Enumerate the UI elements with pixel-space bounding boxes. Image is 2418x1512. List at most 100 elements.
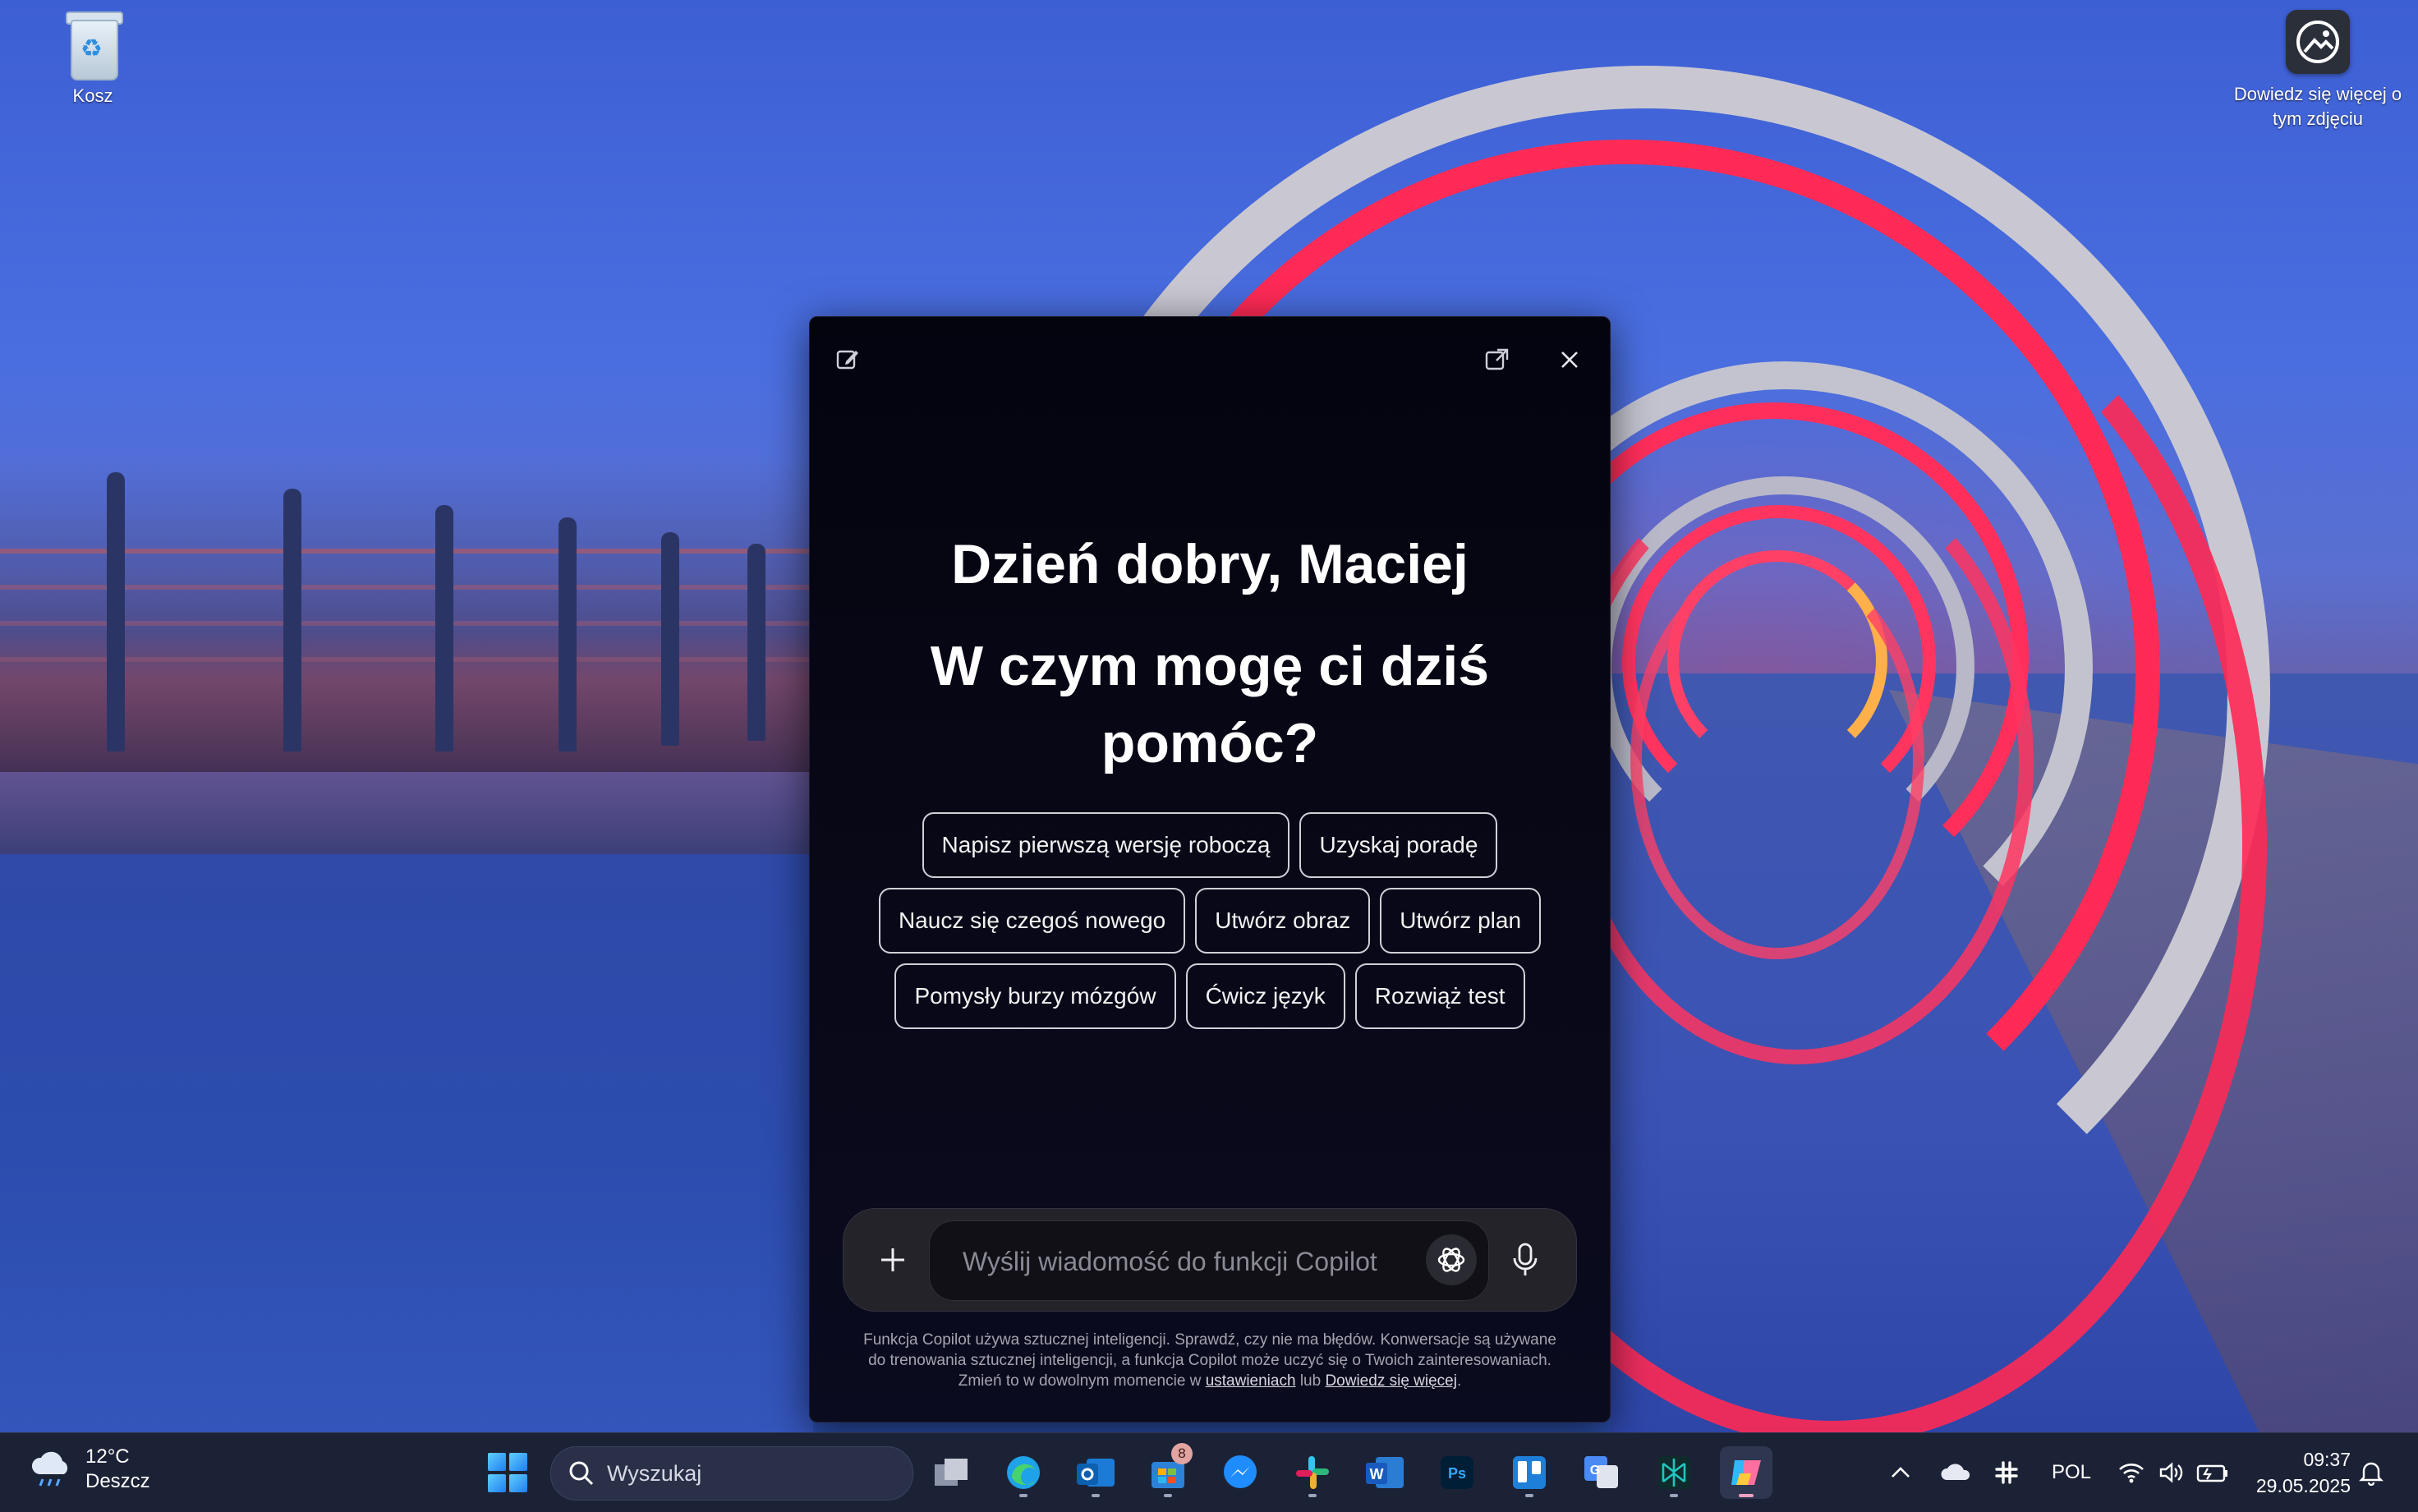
volume-icon [2159,1462,2183,1483]
battery-icon [2196,1464,2227,1482]
chip-create-plan[interactable]: Utwórz plan [1380,888,1542,954]
wallpaper-post [559,517,577,751]
suggestion-chips: Napisz pierwszą wersję roboczą Uzyskaj p… [810,812,1610,1039]
desktop-icon-label: Kosz [72,85,113,106]
taskbar-copilot[interactable] [1720,1446,1772,1499]
wifi-icon [2119,1464,2144,1483]
taskbar-microsoft-store[interactable]: 8 [1142,1443,1194,1499]
notification-badge: 8 [1171,1443,1193,1464]
taskbar-slack[interactable] [1286,1446,1339,1499]
start-button[interactable] [488,1453,527,1492]
weather-widget[interactable]: 12°C Deszcz [28,1445,150,1494]
edge-icon [1007,1456,1040,1489]
taskbar-outlook[interactable] [1069,1446,1122,1499]
message-field [929,1220,1489,1301]
message-input[interactable] [961,1241,1391,1282]
chip-get-advice[interactable]: Uzyskaj poradę [1299,812,1498,878]
message-composer [843,1208,1577,1312]
taskbar-perplexity[interactable] [1648,1446,1700,1499]
slack-icon [1995,1461,2018,1484]
wallpaper-post [283,489,301,751]
chip-row: Napisz pierwszą wersję roboczą Uzyskaj p… [810,812,1610,878]
taskbar-messenger[interactable] [1214,1446,1266,1499]
slack-icon [1296,1456,1329,1489]
taskbar-task-view[interactable] [925,1446,977,1499]
wallpaper-post [661,532,679,746]
cloud-icon [1941,1464,1970,1480]
chip-row: Naucz się czegoś nowego Utwórz obraz Utw… [810,888,1610,954]
chip-learn-something[interactable]: Naucz się czegoś nowego [878,888,1186,954]
chip-row: Pomysły burzy mózgów Ćwicz język Rozwiąż… [810,963,1610,1029]
wallpaper-water [0,854,813,1432]
wallpaper-post [435,505,453,751]
svg-text:W: W [1370,1466,1384,1482]
perplexity-icon [1657,1456,1690,1489]
taskbar-edge[interactable] [997,1446,1050,1499]
wallpaper-post [747,544,765,741]
chip-solve-test[interactable]: Rozwiąż test [1354,963,1525,1029]
copilot-icon [1731,1460,1761,1485]
notifications-button[interactable] [2359,1433,2384,1512]
add-attachment-button[interactable] [860,1227,926,1293]
weather-temperature: 12°C [85,1445,130,1468]
chip-brainstorm[interactable]: Pomysły burzy mózgów [894,963,1176,1029]
settings-link[interactable]: ustawieniach [1206,1372,1296,1390]
language-indicator[interactable]: POL [2052,1433,2091,1512]
quick-settings-button[interactable] [2117,1433,2229,1512]
camera-info-icon [2286,10,2350,74]
trello-icon [1513,1456,1546,1489]
microphone-icon [1513,1243,1538,1275]
slack-tray-icon[interactable] [1994,1433,2019,1512]
desktop-icon-label: Dowiedz się więcej o tym zdjęciu [2233,84,2402,129]
task-view-icon [935,1459,968,1486]
open-in-app-button[interactable] [1479,342,1515,378]
search-icon [569,1461,594,1486]
show-hidden-icons-button[interactable] [1889,1433,1912,1512]
clock-date: 29.05.2025 [2255,1475,2351,1496]
taskbar-word[interactable]: W [1358,1446,1411,1499]
search-input[interactable] [605,1459,888,1487]
ai-disclaimer: Funkcja Copilot używa sztucznej intelige… [859,1330,1561,1391]
wallpaper-reflection [1630,558,1924,959]
chip-write-draft[interactable]: Napisz pierwszą wersję roboczą [922,812,1290,878]
chip-create-image[interactable]: Utwórz obraz [1195,888,1371,954]
new-chat-button[interactable] [830,342,866,378]
disclaimer-text: lub [1299,1372,1322,1390]
taskbar: 12°C Deszcz 8 W Ps G [0,1432,2418,1512]
chevron-up-icon [1892,1467,1910,1478]
disclaimer-text: . [1456,1372,1462,1390]
windows-logo-icon [488,1453,506,1471]
svg-text:Ps: Ps [1448,1465,1466,1482]
taskbar-trello[interactable] [1503,1446,1556,1499]
external-link-icon [1485,348,1509,370]
close-button[interactable] [1551,342,1588,378]
plus-icon [881,1248,904,1271]
greeting-heading: Dzień dobry, Maciej [951,533,1469,595]
recycle-bin-icon: ♻ [64,10,123,80]
photoshop-icon: Ps [1441,1456,1473,1489]
onedrive-tray-icon[interactable] [1940,1433,1971,1512]
desktop-icon-learn-photo[interactable]: Dowiedz się więcej o tym zdjęciu [2219,10,2416,131]
wallpaper-post [107,472,125,751]
taskbar-search[interactable] [550,1446,913,1501]
taskbar-photoshop[interactable]: Ps [1431,1446,1483,1499]
learn-more-link[interactable]: Dowiedz się więcej [1325,1372,1457,1390]
question-heading: W czym mogę ci dziś pomóc? [930,635,1490,774]
chip-practice-language[interactable]: Ćwicz język [1185,963,1345,1029]
bell-icon [2359,1462,2384,1486]
model-selector-button[interactable] [1426,1234,1477,1285]
desktop-icon-recycle-bin[interactable]: ♻ Kosz [48,10,138,107]
taskbar-translate[interactable]: G [1575,1446,1628,1499]
clock[interactable]: 09:37 29.05.2025 [2236,1446,2351,1499]
copilot-window: Dzień dobry, Maciej W czym mogę ci dziś … [809,316,1611,1422]
microphone-button[interactable] [1494,1229,1556,1291]
rain-cloud-icon [31,1451,68,1487]
word-icon: W [1366,1457,1404,1488]
translate-icon: G [1584,1456,1618,1488]
weather-description: Deszcz [85,1470,150,1492]
outlook-icon [1077,1459,1115,1487]
close-icon [1561,352,1578,368]
compose-icon [836,350,858,370]
clock-time: 09:37 [2303,1449,2351,1470]
gpt-model-icon [1437,1248,1465,1272]
